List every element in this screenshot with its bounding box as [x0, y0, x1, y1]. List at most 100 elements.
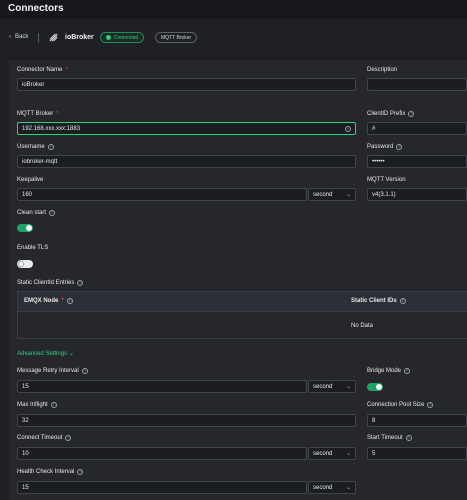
- select-value: second: [313, 383, 333, 390]
- start-timeout-input[interactable]: 5: [367, 447, 467, 460]
- clientid-prefix-label: ClientID Prefix ?: [367, 111, 415, 117]
- label-text: Connect Timeout: [17, 435, 63, 441]
- label-text: Message Retry Interval: [17, 368, 79, 374]
- required-mark: *: [56, 111, 59, 117]
- password-label: Password ?: [367, 144, 403, 150]
- iobroker-logo-icon: [49, 33, 58, 42]
- help-icon[interactable]: ?: [77, 469, 84, 475]
- advanced-settings-label: Advanced Settings: [17, 350, 68, 357]
- keepalive-input[interactable]: 160: [17, 188, 307, 201]
- clean-start-toggle[interactable]: [17, 224, 33, 232]
- back-button[interactable]: ‹ Back: [9, 34, 28, 40]
- chevron-down-icon: ⌄: [69, 351, 75, 357]
- help-icon[interactable]: ?: [65, 435, 72, 441]
- column-label: Static Client IDs: [351, 298, 397, 304]
- help-icon[interactable]: ?: [47, 144, 54, 150]
- help-icon[interactable]: ?: [427, 402, 434, 408]
- health-check-unit-select[interactable]: second ⌄: [308, 481, 356, 494]
- connection-pool-size-label: Connection Pool Size ?: [367, 402, 434, 408]
- health-check-interval-label: Health Check Interval ?: [17, 469, 84, 475]
- toggle-knob: [26, 225, 32, 231]
- help-icon[interactable]: ?: [66, 298, 73, 304]
- label-text: ClientID Prefix: [367, 111, 406, 117]
- max-inflight-input[interactable]: 32: [17, 414, 356, 427]
- label-text: MQTT Broker: [17, 111, 54, 117]
- input-value: 15: [22, 484, 29, 491]
- label-text: Bridge Mode: [367, 368, 402, 374]
- connection-pool-size-input[interactable]: 8: [367, 414, 467, 427]
- advanced-settings-toggle[interactable]: Advanced Settings ⌄: [17, 350, 75, 358]
- input-value: 8: [372, 417, 376, 424]
- mqtt-version-label: MQTT Version: [367, 177, 406, 183]
- divider: [38, 33, 39, 42]
- chevron-down-icon: ⌄: [345, 485, 351, 491]
- label-text: Static ClientId Entries: [17, 280, 75, 286]
- input-value: iobroker-mqtt: [22, 158, 58, 165]
- mqtt-broker-label: MQTT Broker *: [17, 111, 59, 117]
- help-icon[interactable]: ?: [81, 368, 88, 374]
- help-icon[interactable]: ?: [405, 435, 412, 441]
- connect-timeout-label: Connect Timeout ?: [17, 435, 72, 441]
- connect-timeout-unit-select[interactable]: second ⌄: [308, 447, 356, 460]
- username-label: Username ?: [17, 144, 54, 150]
- column-label: EMQX Node: [24, 298, 59, 304]
- input-value: 192.168.xxx.xxx:1883: [22, 125, 81, 132]
- help-icon[interactable]: ?: [399, 298, 406, 304]
- select-value: v4(3.1.1): [372, 191, 396, 198]
- label-text: Connection Pool Size: [367, 402, 425, 408]
- message-retry-interval-input[interactable]: 15: [17, 380, 307, 393]
- password-input[interactable]: ••••••: [367, 155, 467, 168]
- column-static-client-ids: Static Client IDs ?: [351, 298, 406, 304]
- table-header: EMQX Node * ? Static Client IDs ?: [18, 292, 467, 312]
- help-icon[interactable]: ?: [50, 402, 57, 408]
- connector-header: ‹ Back ioBroker Connected MQTT Broker: [0, 28, 467, 48]
- input-value: ioBroker: [22, 81, 45, 88]
- input-value: 5: [372, 450, 376, 457]
- connect-timeout-input[interactable]: 10: [17, 447, 307, 460]
- chevron-down-icon: ⌄: [345, 384, 351, 390]
- status-badge-label: Connected: [114, 34, 139, 41]
- chevron-down-icon: ⌄: [345, 451, 351, 457]
- description-label: Description: [367, 67, 398, 73]
- top-bar: Connectors: [0, 0, 467, 19]
- toggle-knob: [18, 261, 24, 267]
- enable-tls-toggle[interactable]: [17, 260, 33, 268]
- select-value: second: [313, 450, 333, 457]
- static-clientid-label: Static ClientId Entries ?: [17, 280, 84, 286]
- help-icon[interactable]: ?: [408, 111, 415, 117]
- back-label: Back: [15, 34, 29, 40]
- check-circle-icon: [106, 35, 111, 40]
- health-check-interval-input[interactable]: 15: [17, 481, 307, 494]
- mqtt-version-select[interactable]: v4(3.1.1): [367, 188, 467, 201]
- help-icon[interactable]: ?: [396, 144, 403, 150]
- message-retry-interval-label: Message Retry Interval ?: [17, 368, 88, 374]
- keepalive-unit-select[interactable]: second ⌄: [308, 188, 356, 201]
- bridge-mode-toggle[interactable]: [367, 383, 383, 391]
- label-text: Max Inflight: [17, 402, 48, 408]
- page-title: Connectors: [8, 3, 64, 14]
- description-input[interactable]: [367, 78, 467, 91]
- max-inflight-label: Max Inflight ?: [17, 402, 57, 408]
- label-text: Health Check Interval: [17, 469, 75, 475]
- label-text: Username: [17, 144, 45, 150]
- start-timeout-label: Start Timeout ?: [367, 435, 412, 441]
- help-icon[interactable]: ?: [404, 368, 411, 374]
- label-text: Clean start: [17, 210, 47, 216]
- message-retry-unit-select[interactable]: second ⌄: [308, 380, 356, 393]
- help-icon[interactable]: ?: [49, 210, 56, 216]
- enable-tls-label: Enable TLS: [17, 245, 49, 251]
- mqtt-broker-input[interactable]: 192.168.xxx.xxx:1883 ×: [17, 122, 356, 135]
- keepalive-label: Keepalive: [17, 177, 44, 183]
- help-icon[interactable]: ?: [77, 280, 84, 286]
- clientid-prefix-input[interactable]: #: [367, 122, 467, 135]
- label-text: Connector Name: [17, 67, 63, 73]
- clean-start-label: Clean start ?: [17, 210, 56, 216]
- username-input[interactable]: iobroker-mqtt: [17, 155, 356, 168]
- input-value: 10: [22, 450, 29, 457]
- required-mark: *: [65, 67, 68, 73]
- connector-name-input[interactable]: ioBroker: [17, 78, 356, 91]
- clear-icon[interactable]: ×: [345, 126, 351, 132]
- label-text: Password: [367, 144, 394, 150]
- bridge-mode-label: Bridge Mode ?: [367, 368, 411, 374]
- input-value: #: [372, 125, 376, 132]
